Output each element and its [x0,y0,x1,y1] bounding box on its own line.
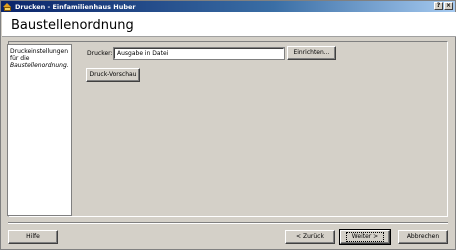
title-bar[interactable]: Drucken - Einfamilienhaus Huber ? × [1,1,455,12]
wizard-header: Baustellenordnung [2,12,456,37]
back-button[interactable]: < Zurück [285,230,335,244]
page-title: Baustellenordnung [11,18,134,33]
window-title: Drucken - Einfamilienhaus Huber [15,2,136,11]
print-preview-button[interactable]: Druck-Vorschau [86,68,140,82]
info-line-1: Druckeinstellungen [10,48,69,55]
next-button[interactable]: Weiter > [339,229,391,245]
house-icon [3,2,12,11]
info-line-2: für die [10,55,30,62]
info-line-3: Baustellenordnung. [10,62,69,69]
cancel-button[interactable]: Abbrechen [398,230,448,244]
printer-label: Drucker: [87,50,113,57]
help-title-button[interactable]: ? [434,2,443,10]
help-button[interactable]: Hilfe [8,230,58,244]
footer-separator [8,222,448,224]
printer-field[interactable] [113,47,285,60]
setup-button[interactable]: Einrichten... [287,46,336,60]
info-box: Druckeinstellungen für die Baustellenord… [7,44,72,216]
close-icon[interactable]: × [444,2,453,10]
next-button-label: Weiter > [345,232,385,242]
content-panel [8,41,448,217]
